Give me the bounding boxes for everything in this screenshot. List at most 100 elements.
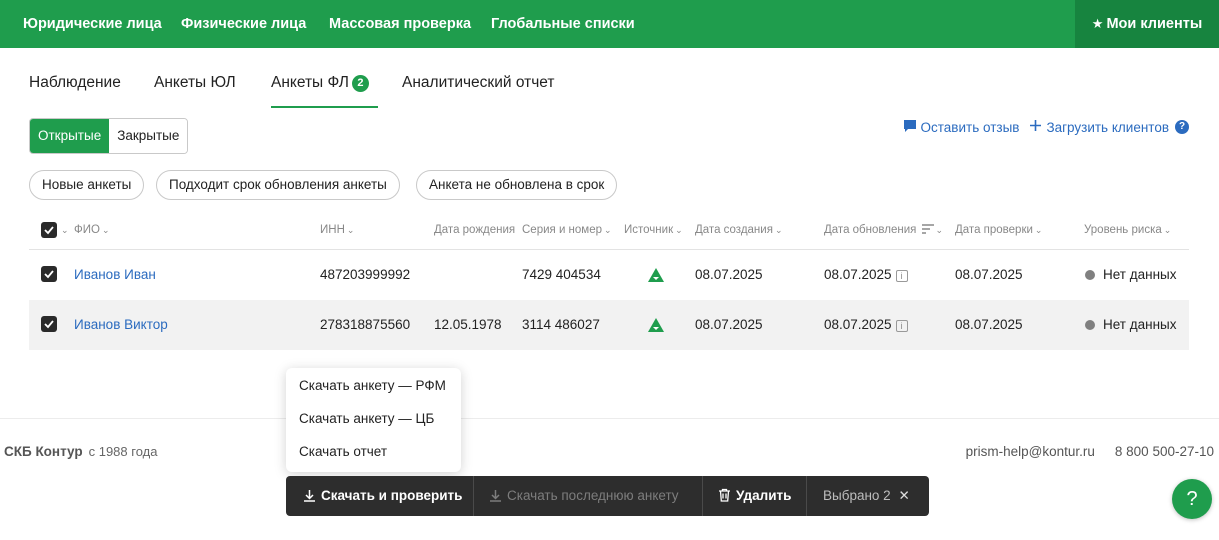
selected-count: Выбрано 2 ✕ — [823, 476, 910, 516]
row-checked: 08.07.2025 — [955, 267, 1023, 282]
col-source-label: Источник — [624, 224, 674, 236]
row-updated: 08.07.2025 i — [824, 300, 908, 350]
row-passport: 7429 404534 — [522, 267, 601, 282]
nav-individuals[interactable]: Физические лица — [181, 0, 306, 48]
nav-legal-entities[interactable]: Юридические лица — [23, 0, 162, 48]
top-navigation: Юридические лица Физические лица Массова… — [0, 0, 1219, 48]
col-created[interactable]: Дата создания ⌄ — [695, 210, 782, 250]
sort-chevron-icon: ⌄ — [935, 225, 944, 235]
my-clients-label: Мои клиенты — [1106, 16, 1203, 32]
triangle-source-icon — [647, 267, 665, 288]
col-checked[interactable]: Дата проверки ⌄ — [955, 210, 1042, 250]
download-last-button[interactable]: Скачать последнюю анкету — [489, 476, 679, 516]
table-row[interactable]: Иванов Виктор 278318875560 12.05.1978 31… — [29, 300, 1189, 350]
row-passport: 3114 486027 — [522, 317, 600, 332]
col-updated[interactable]: Дата обновления ⌄ — [824, 210, 943, 250]
row-name-link[interactable]: Иванов Виктор — [74, 300, 168, 350]
col-passport[interactable]: Серия и номер ⌄ — [522, 210, 612, 250]
footer-company: СКБ Контур с 1988 года — [4, 444, 157, 459]
download-check-label: Скачать и проверить — [321, 488, 463, 503]
nav-global-lists[interactable]: Глобальные списки — [491, 0, 635, 48]
menu-download-rfm[interactable]: Скачать анкету — РФМ — [299, 376, 446, 396]
row-birth-date: 12.05.1978 — [434, 317, 502, 332]
row-checkbox[interactable] — [41, 316, 57, 332]
table-row[interactable]: Иванов Иван 487203999992 7429 404534 08.… — [29, 250, 1189, 300]
col-risk[interactable]: Уровень риска ⌄ — [1084, 210, 1171, 250]
upload-clients-link[interactable]: Загрузить клиентов — [1029, 119, 1169, 135]
feedback-link[interactable]: Оставить отзыв — [903, 119, 1020, 136]
row-name-link[interactable]: Иванов Иван — [74, 250, 156, 300]
info-icon[interactable]: i — [895, 320, 908, 332]
tab-count-badge: 2 — [351, 75, 369, 92]
col-inn-label: ИНН — [320, 224, 345, 236]
info-icon[interactable]: i — [895, 270, 908, 282]
col-passport-label: Серия и номер — [522, 224, 603, 236]
company-since: с 1988 года — [88, 444, 158, 459]
feedback-label: Оставить отзыв — [920, 119, 1020, 135]
row-checked: 08.07.2025 — [955, 317, 1023, 332]
tab-monitoring[interactable]: Наблюдение — [29, 62, 121, 108]
tab-analytics-report[interactable]: Аналитический отчет — [402, 62, 555, 108]
menu-download-cb[interactable]: Скачать анкету — ЦБ — [299, 409, 434, 429]
support-email-link[interactable]: prism-help@kontur.ru — [966, 444, 1095, 459]
col-risk-label: Уровень риска — [1084, 224, 1162, 236]
row-risk: Нет данных — [1085, 300, 1177, 350]
row-created: 08.07.2025 — [695, 317, 763, 332]
selected-count-label: Выбрано 2 — [823, 488, 891, 503]
download-check-button[interactable]: Скачать и проверить — [303, 476, 462, 516]
help-icon[interactable]: ? — [1175, 120, 1189, 134]
row-inn: 278318875560 — [320, 317, 411, 332]
sort-chevron-icon: ⌄ — [1034, 225, 1043, 235]
risk-dot-icon — [1085, 270, 1095, 280]
divider — [473, 476, 474, 516]
col-checked-label: Дата проверки — [955, 224, 1033, 236]
company-name: СКБ Контур — [4, 444, 83, 459]
col-inn[interactable]: ИНН ⌄ — [320, 210, 354, 250]
my-clients-button[interactable]: ★ Мои клиенты — [1075, 0, 1219, 48]
filter-update-due[interactable]: Подходит срок обновления анкеты — [156, 170, 400, 200]
row-updated-value: 08.07.2025 — [824, 267, 892, 282]
row-checkbox[interactable] — [41, 266, 57, 282]
divider — [702, 476, 703, 516]
delete-label: Удалить — [736, 488, 792, 503]
select-all-checkbox[interactable] — [41, 222, 57, 238]
row-updated: 08.07.2025 i — [824, 250, 908, 300]
sort-lines-icon — [921, 224, 934, 234]
row-updated-value: 08.07.2025 — [824, 317, 892, 332]
delete-button[interactable]: Удалить — [718, 476, 791, 516]
row-risk-label: Нет данных — [1103, 267, 1177, 282]
col-updated-label: Дата обновления — [824, 224, 917, 236]
sort-chevron-icon: ⌄ — [675, 225, 683, 235]
comment-icon — [903, 119, 917, 136]
row-inn: 487203999992 — [320, 267, 411, 282]
trash-icon — [719, 488, 730, 502]
table-header: ⌄ ФИО ⌄ ИНН ⌄ Дата рождения Серия и номер ⌄… — [29, 210, 1189, 250]
filter-new-forms[interactable]: Новые анкеты — [29, 170, 145, 200]
row-risk: Нет данных — [1085, 250, 1177, 300]
help-button[interactable]: ? — [1172, 479, 1212, 519]
col-source[interactable]: Источник ⌄ — [624, 210, 683, 250]
footer-contacts: prism-help@kontur.ru 8 800 500-27-10 — [966, 444, 1214, 459]
download-icon — [304, 490, 315, 502]
menu-download-report[interactable]: Скачать отчет — [299, 442, 387, 462]
tab-individual-forms-label: Анкеты ФЛ — [271, 74, 349, 91]
sort-chevron-icon: ⌄ — [774, 225, 783, 235]
tab-legal-forms[interactable]: Анкеты ЮЛ — [154, 62, 236, 108]
divider — [806, 476, 807, 516]
col-birth-date: Дата рождения — [434, 224, 516, 236]
sort-chevron-icon: ⌄ — [604, 225, 612, 235]
toggle-closed-button[interactable]: Закрытые — [109, 119, 188, 153]
select-all-chevron-icon[interactable]: ⌄ — [61, 210, 69, 250]
triangle-source-icon — [647, 317, 665, 338]
close-icon[interactable]: ✕ — [898, 488, 909, 503]
download-icon — [490, 490, 501, 502]
nav-mass-check[interactable]: Массовая проверка — [329, 0, 471, 48]
download-last-label: Скачать последнюю анкету — [507, 488, 679, 503]
col-name[interactable]: ФИО ⌄ — [74, 210, 110, 250]
status-toggle: Открытые Закрытые — [29, 118, 189, 154]
tab-individual-forms[interactable]: Анкеты ФЛ 2 — [271, 62, 378, 108]
row-risk-label: Нет данных — [1103, 317, 1177, 332]
star-icon: ★ — [1091, 16, 1104, 31]
filter-not-updated[interactable]: Анкета не обновлена в срок — [416, 170, 618, 200]
toggle-open-button[interactable]: Открытые — [30, 119, 110, 153]
